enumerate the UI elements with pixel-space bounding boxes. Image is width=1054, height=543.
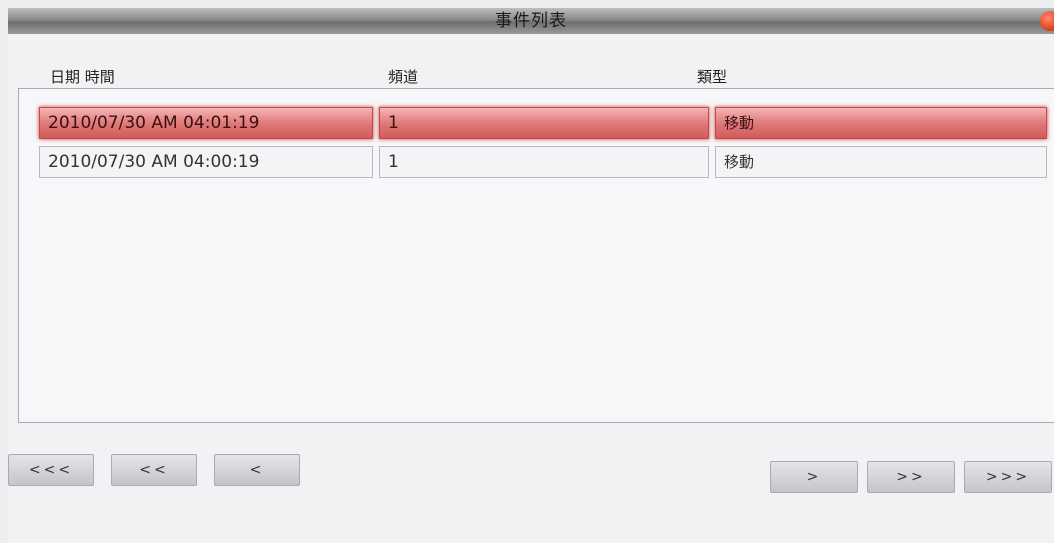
event-row[interactable]: 2010/07/30 AM 04:01:19 1 移動 <box>39 107 1054 141</box>
previous-button[interactable]: < <box>214 454 300 486</box>
event-datetime: 2010/07/30 AM 04:01:19 <box>39 107 373 139</box>
last-page-button[interactable]: >>> <box>964 461 1052 493</box>
next-button[interactable]: > <box>770 461 858 493</box>
window-title: 事件列表 <box>495 11 567 31</box>
event-datetime: 2010/07/30 AM 04:00:19 <box>39 146 373 178</box>
column-header-type: 類型 <box>697 68 728 86</box>
close-icon[interactable] <box>1040 11 1054 31</box>
event-list: 2010/07/30 AM 04:01:19 1 移動 2010/07/30 A… <box>18 88 1054 423</box>
event-type: 移動 <box>715 146 1047 178</box>
previous-page-button[interactable]: << <box>111 454 197 486</box>
title-bar: 事件列表 <box>8 8 1054 34</box>
event-list-window: 事件列表 日期 時間 頻道 類型 2010/07/30 AM 04:01:19 … <box>8 8 1054 543</box>
first-page-button[interactable]: <<< <box>8 454 94 486</box>
next-page-button[interactable]: >> <box>867 461 955 493</box>
event-type: 移動 <box>715 107 1047 139</box>
column-header-datetime: 日期 時間 <box>50 68 115 86</box>
event-row[interactable]: 2010/07/30 AM 04:00:19 1 移動 <box>39 146 1054 180</box>
event-channel: 1 <box>379 107 709 139</box>
column-header-channel: 頻道 <box>388 68 419 86</box>
event-channel: 1 <box>379 146 709 178</box>
